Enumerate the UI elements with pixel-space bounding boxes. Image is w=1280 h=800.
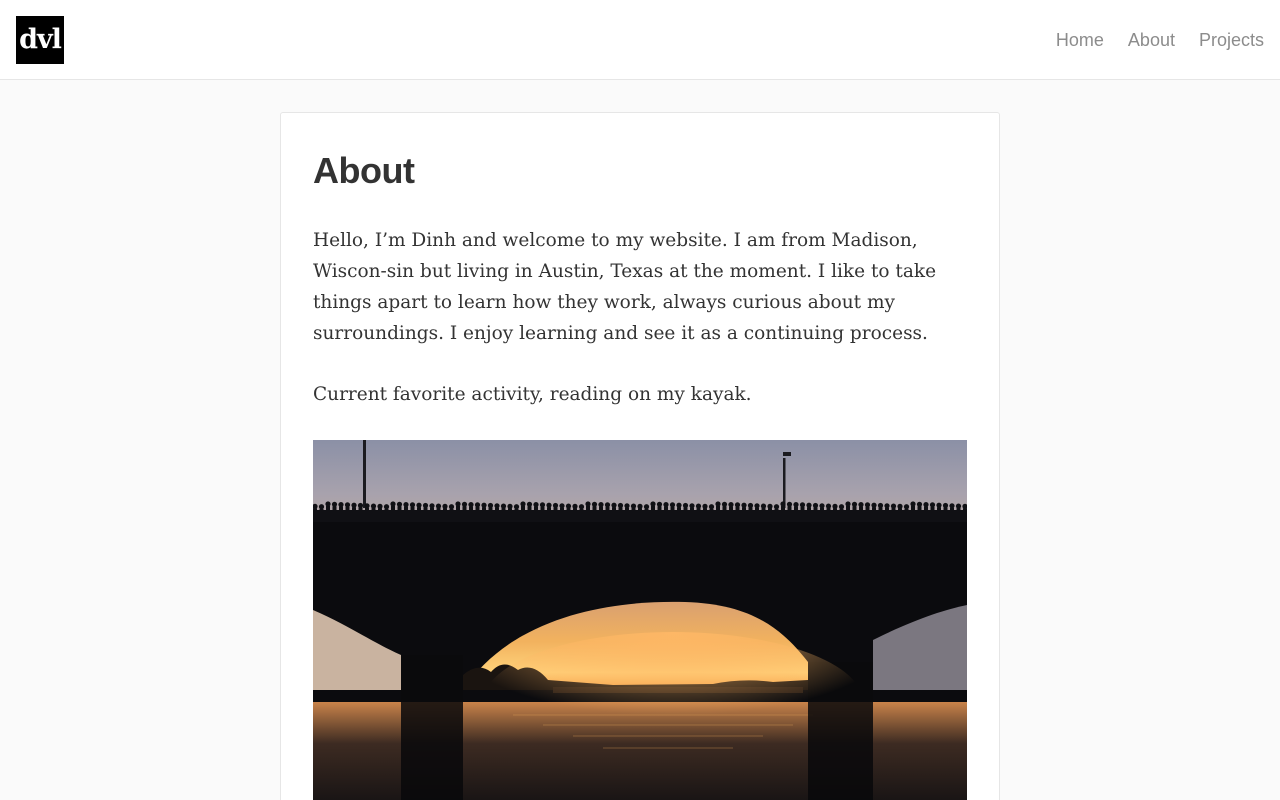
site-logo[interactable]: dvl	[16, 16, 64, 64]
nav-link-projects[interactable]: Projects	[1199, 30, 1264, 51]
bridge-sunset-photo	[313, 440, 967, 800]
nav-link-about[interactable]: About	[1128, 30, 1175, 51]
site-header: dvl Home About Projects	[0, 0, 1280, 80]
page-title: About	[313, 150, 415, 191]
intro-paragraph: Hello, I’m Dinh and welcome to my websit…	[313, 230, 937, 344]
nav-link-home[interactable]: Home	[1056, 30, 1104, 51]
content-card: About Hello, I’m Dinh and welcome to my …	[280, 112, 1000, 800]
activity-paragraph: Current favorite activity, reading on my…	[313, 384, 752, 405]
main-nav: Home About Projects	[1056, 0, 1264, 80]
